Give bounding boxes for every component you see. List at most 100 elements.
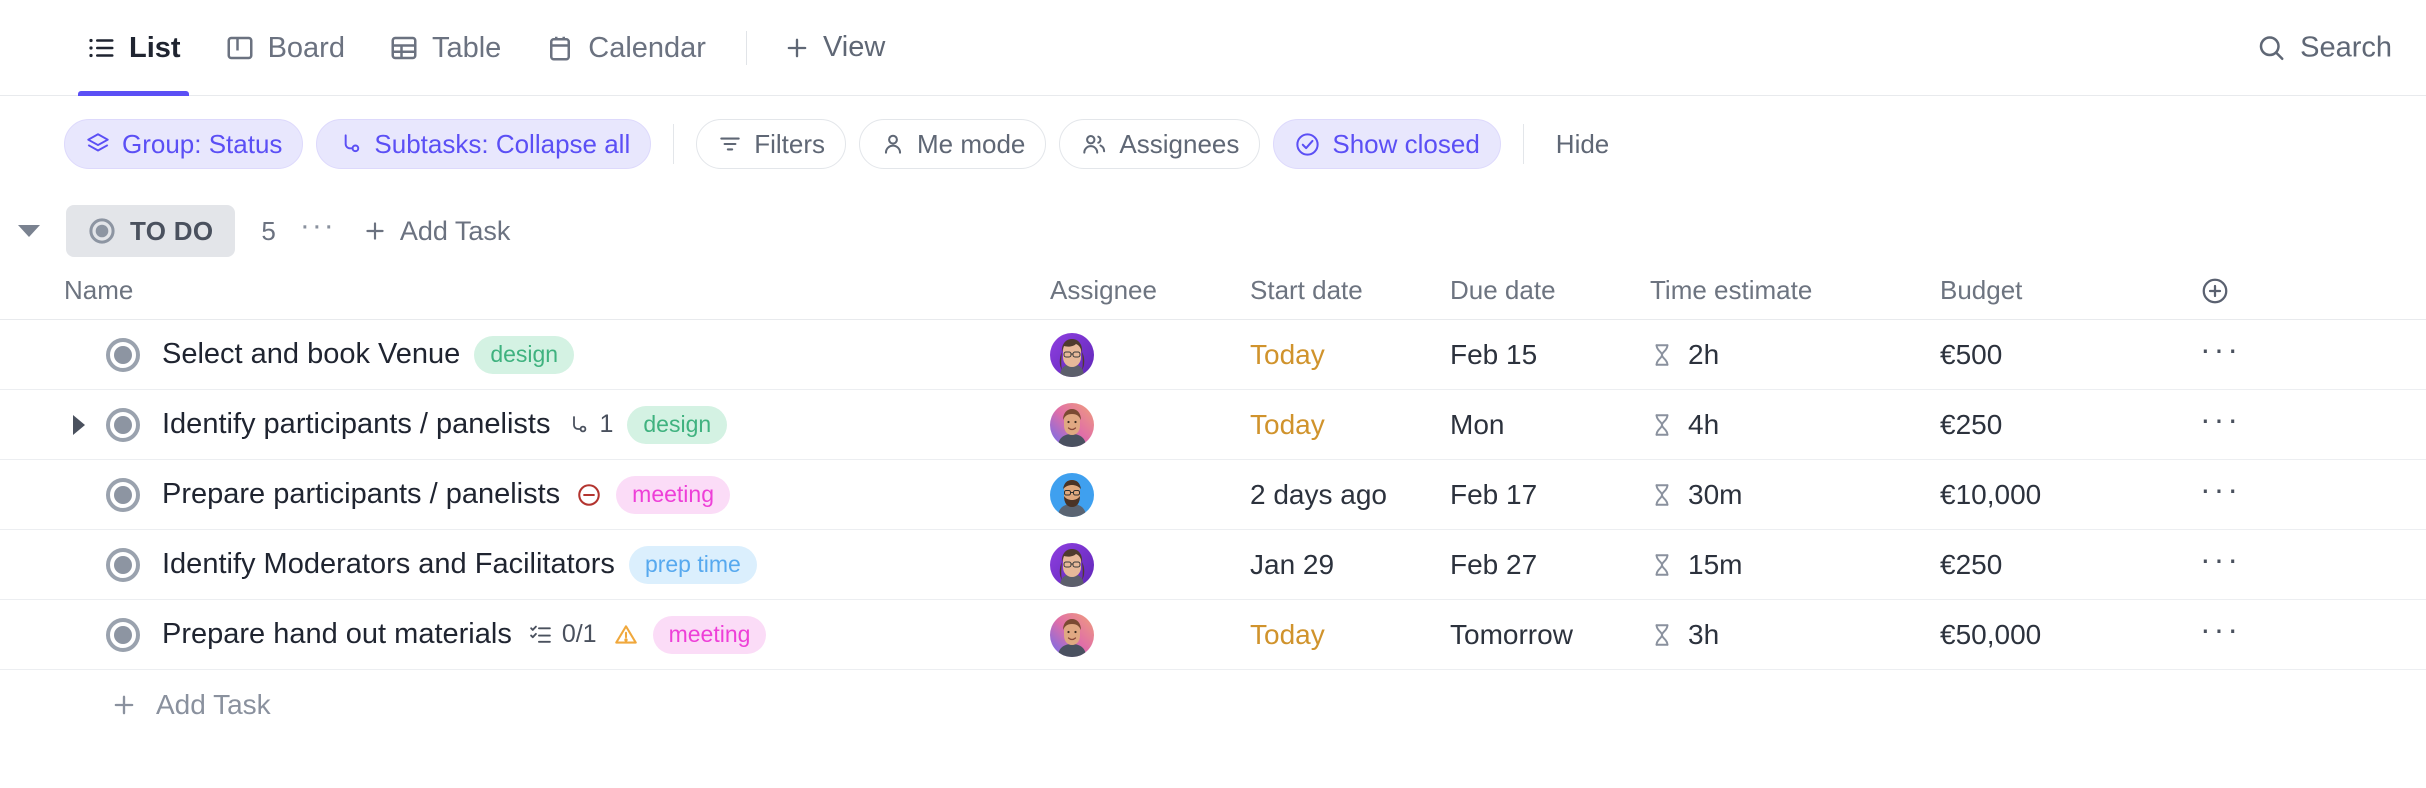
task-due-date-cell[interactable]: Mon xyxy=(1450,409,1650,441)
blocked-indicator[interactable] xyxy=(576,482,602,508)
task-budget-cell[interactable]: €250 xyxy=(1940,549,2200,581)
avatar[interactable] xyxy=(1050,473,1094,517)
task-start-date-cell[interactable]: Today xyxy=(1250,619,1450,651)
column-header-due-date[interactable]: Due date xyxy=(1450,275,1650,306)
expand-subtasks-toggle[interactable] xyxy=(64,415,94,435)
column-header-time-estimate[interactable]: Time estimate xyxy=(1650,275,1940,306)
task-due-date-cell[interactable]: Feb 27 xyxy=(1450,549,1650,581)
hide-button[interactable]: Hide xyxy=(1546,129,1619,160)
chevron-down-icon[interactable] xyxy=(18,225,40,237)
task-tag[interactable]: design xyxy=(474,336,574,374)
tab-table[interactable]: Table xyxy=(367,0,523,95)
subtask-icon xyxy=(566,413,590,437)
column-header-start-date[interactable]: Start date xyxy=(1250,275,1450,306)
chip-filters-label: Filters xyxy=(754,129,825,160)
avatar[interactable] xyxy=(1050,543,1094,587)
task-more-menu[interactable]: ··· xyxy=(2200,333,2320,377)
group-add-task-label: Add Task xyxy=(400,216,511,247)
task-tag[interactable]: meeting xyxy=(653,616,767,654)
add-view-button[interactable]: View xyxy=(765,31,903,64)
task-start-date-value: Today xyxy=(1250,339,1325,370)
table-row[interactable]: Prepare participants / panelists meeting… xyxy=(0,460,2426,530)
task-time-estimate-value: 2h xyxy=(1688,339,1719,371)
task-due-date-cell[interactable]: Feb 17 xyxy=(1450,479,1650,511)
task-time-estimate-cell[interactable]: 2h xyxy=(1650,339,1940,371)
task-start-date-cell[interactable]: Jan 29 xyxy=(1250,549,1450,581)
avatar[interactable] xyxy=(1050,403,1094,447)
chip-assignees[interactable]: Assignees xyxy=(1059,119,1260,169)
table-row[interactable]: Prepare hand out materials 0/1 meeting xyxy=(0,600,2426,670)
chip-subtasks[interactable]: Subtasks: Collapse all xyxy=(316,119,651,169)
task-due-date-cell[interactable]: Tomorrow xyxy=(1450,619,1650,651)
column-header-name[interactable]: Name xyxy=(64,275,1050,306)
task-start-date-cell[interactable]: 2 days ago xyxy=(1250,479,1450,511)
chip-show-closed-label: Show closed xyxy=(1332,129,1479,160)
task-name-cell[interactable]: Identify Moderators and Facilitators pre… xyxy=(64,546,1050,584)
task-budget-cell[interactable]: €50,000 xyxy=(1940,619,2200,651)
task-tag[interactable]: prep time xyxy=(629,546,757,584)
divider xyxy=(1523,124,1524,164)
task-more-menu[interactable]: ··· xyxy=(2200,613,2320,657)
group-overflow-menu[interactable]: ··· xyxy=(300,211,336,251)
task-more-menu[interactable]: ··· xyxy=(2200,543,2320,587)
task-more-menu[interactable]: ··· xyxy=(2200,473,2320,517)
task-name-cell[interactable]: Prepare hand out materials 0/1 meeting xyxy=(64,616,1050,654)
task-assignee-cell[interactable] xyxy=(1050,403,1250,447)
task-tag[interactable]: meeting xyxy=(616,476,730,514)
chip-group-status[interactable]: Group: Status xyxy=(64,119,303,169)
task-budget-value: €250 xyxy=(1940,549,2002,580)
task-more-menu[interactable]: ··· xyxy=(2200,403,2320,447)
task-status-toggle[interactable] xyxy=(106,408,140,442)
table-row[interactable]: Select and book Venue design Today Feb 1… xyxy=(0,320,2426,390)
chip-filters[interactable]: Filters xyxy=(696,119,846,169)
tab-board[interactable]: Board xyxy=(203,0,367,95)
task-tag[interactable]: design xyxy=(627,406,727,444)
task-status-toggle[interactable] xyxy=(106,548,140,582)
avatar[interactable] xyxy=(1050,333,1094,377)
task-time-estimate-cell[interactable]: 15m xyxy=(1650,549,1940,581)
tab-calendar[interactable]: Calendar xyxy=(523,0,728,95)
warning-indicator[interactable] xyxy=(613,622,639,648)
task-name-label: Prepare participants / panelists xyxy=(162,478,560,511)
add-column-button[interactable] xyxy=(2200,276,2320,306)
task-budget-cell[interactable]: €250 xyxy=(1940,409,2200,441)
task-start-date-cell[interactable]: Today xyxy=(1250,409,1450,441)
task-status-toggle[interactable] xyxy=(106,338,140,372)
task-name-cell[interactable]: Prepare participants / panelists meeting xyxy=(64,476,1050,514)
task-time-estimate-cell[interactable]: 30m xyxy=(1650,479,1940,511)
task-budget-value: €50,000 xyxy=(1940,619,2041,650)
task-due-date-cell[interactable]: Feb 15 xyxy=(1450,339,1650,371)
task-assignee-cell[interactable] xyxy=(1050,473,1250,517)
tab-list[interactable]: List xyxy=(64,0,203,95)
task-due-date-value: Feb 15 xyxy=(1450,339,1537,370)
footer-add-task-label: Add Task xyxy=(156,689,271,721)
task-status-toggle[interactable] xyxy=(106,478,140,512)
task-start-date-cell[interactable]: Today xyxy=(1250,339,1450,371)
table-row[interactable]: Identify participants / panelists 1 desi… xyxy=(0,390,2426,460)
group-add-task-button[interactable]: Add Task xyxy=(362,216,511,247)
column-header-assignee[interactable]: Assignee xyxy=(1050,275,1250,306)
task-name-cell[interactable]: Identify participants / panelists 1 desi… xyxy=(64,406,1050,444)
avatar[interactable] xyxy=(1050,613,1094,657)
search-button[interactable]: Search xyxy=(2256,31,2392,64)
status-badge[interactable]: TO DO xyxy=(66,205,235,257)
task-budget-value: €500 xyxy=(1940,339,2002,370)
task-name-cell[interactable]: Select and book Venue design xyxy=(64,336,1050,374)
task-budget-cell[interactable]: €500 xyxy=(1940,339,2200,371)
task-due-date-value: Feb 17 xyxy=(1450,479,1537,510)
task-time-estimate-cell[interactable]: 4h xyxy=(1650,409,1940,441)
task-due-date-value: Tomorrow xyxy=(1450,619,1573,650)
search-label: Search xyxy=(2300,31,2392,64)
column-header-budget[interactable]: Budget xyxy=(1940,275,2200,306)
task-budget-cell[interactable]: €10,000 xyxy=(1940,479,2200,511)
chip-me-mode[interactable]: Me mode xyxy=(859,119,1046,169)
task-assignee-cell[interactable] xyxy=(1050,543,1250,587)
task-name-label: Select and book Venue xyxy=(162,338,460,371)
table-row[interactable]: Identify Moderators and Facilitators pre… xyxy=(0,530,2426,600)
task-status-toggle[interactable] xyxy=(106,618,140,652)
footer-add-task-button[interactable]: Add Task xyxy=(0,670,2426,740)
task-assignee-cell[interactable] xyxy=(1050,613,1250,657)
task-assignee-cell[interactable] xyxy=(1050,333,1250,377)
task-time-estimate-cell[interactable]: 3h xyxy=(1650,619,1940,651)
chip-show-closed[interactable]: Show closed xyxy=(1273,119,1500,169)
